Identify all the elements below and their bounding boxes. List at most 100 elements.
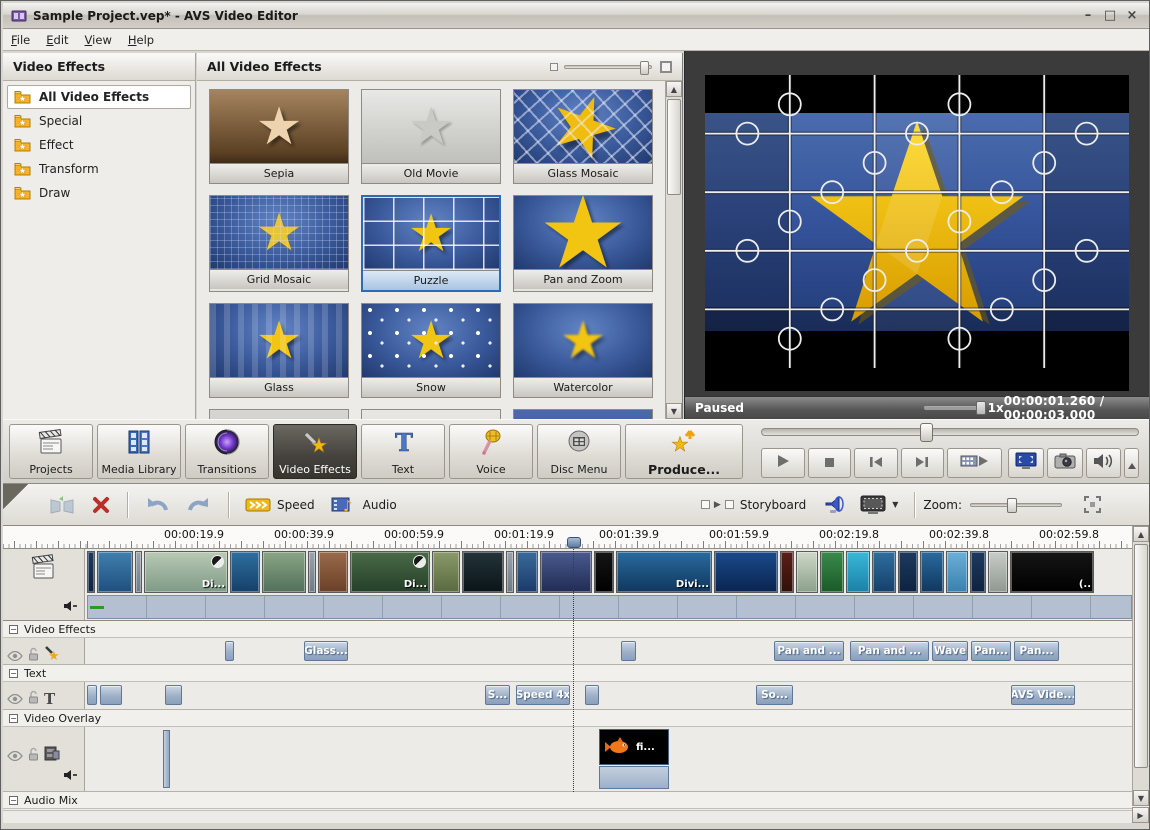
timeline-zoom-slider[interactable] bbox=[970, 503, 1062, 507]
collapse-icon[interactable]: − bbox=[9, 796, 18, 805]
mute-speaker-icon[interactable] bbox=[63, 766, 78, 785]
menu-help[interactable]: Help bbox=[128, 33, 154, 47]
video-clip[interactable] bbox=[970, 551, 986, 593]
effects-scrollbar-thumb[interactable] bbox=[667, 99, 681, 195]
scroll-down-icon[interactable]: ▼ bbox=[666, 403, 682, 419]
visibility-eye-icon[interactable] bbox=[7, 689, 23, 708]
storyboard-toggle[interactable]: ▶ Storyboard bbox=[693, 494, 814, 516]
nav-button-voice[interactable]: Voice bbox=[449, 424, 533, 479]
text-track-lane[interactable]: S...Speed 4xSo...AVS Vide... bbox=[85, 682, 1132, 709]
lock-icon[interactable] bbox=[28, 689, 39, 708]
video-clip[interactable] bbox=[898, 551, 918, 593]
thumbnail-zoom-slider[interactable] bbox=[564, 65, 652, 69]
effect-thumb-extra3[interactable] bbox=[513, 409, 653, 419]
video-clip[interactable] bbox=[820, 551, 844, 593]
collapse-icon[interactable]: − bbox=[9, 669, 18, 678]
lock-icon[interactable] bbox=[28, 646, 39, 665]
visibility-eye-icon[interactable] bbox=[7, 646, 23, 665]
text-clip[interactable] bbox=[87, 685, 97, 705]
effect-thumb-oldmovie[interactable]: ★Old Movie bbox=[361, 89, 501, 184]
fit-timeline-button[interactable] bbox=[1076, 492, 1109, 517]
effects-scrollbar[interactable]: ▲ ▼ bbox=[665, 81, 682, 419]
thumbnail-zoom-thumb[interactable] bbox=[640, 61, 649, 75]
delete-button[interactable] bbox=[83, 491, 119, 519]
effect-thumb-extra2[interactable] bbox=[361, 409, 501, 419]
maximize-button[interactable]: □ bbox=[1101, 8, 1119, 24]
playhead-marker[interactable] bbox=[567, 537, 581, 548]
undo-button[interactable] bbox=[136, 491, 178, 518]
sidebar-item-draw[interactable]: ★Draw bbox=[7, 181, 191, 205]
timeline-vertical-scrollbar[interactable]: ▲ ▼ bbox=[1132, 526, 1149, 806]
speed-button[interactable]: Speed bbox=[237, 493, 323, 517]
seek-slider[interactable] bbox=[761, 428, 1139, 436]
mute-speaker-icon[interactable] bbox=[63, 597, 78, 616]
effect-clip[interactable]: Glass... bbox=[304, 641, 348, 661]
video-clip[interactable] bbox=[516, 551, 538, 593]
video-track-lane[interactable]: Di...Di...Divi...(.. bbox=[85, 549, 1132, 620]
sidebar-item-effect[interactable]: ★Effect bbox=[7, 133, 191, 157]
nav-button-transitions[interactable]: Transitions bbox=[185, 424, 269, 479]
preview-clip-button[interactable] bbox=[947, 448, 1002, 478]
effect-thumb-gridmosaic[interactable]: ★Grid Mosaic bbox=[209, 195, 349, 292]
text-clip[interactable] bbox=[100, 685, 122, 705]
text-clip[interactable]: AVS Vide... bbox=[1011, 685, 1075, 705]
video-clip[interactable]: Divi... bbox=[616, 551, 712, 593]
menu-edit[interactable]: Edit bbox=[46, 33, 68, 47]
effect-clip[interactable]: Pan... bbox=[1014, 641, 1059, 661]
text-clip[interactable]: S... bbox=[485, 685, 510, 705]
scroll-down-icon[interactable]: ▼ bbox=[1133, 790, 1149, 806]
video-clip[interactable] bbox=[432, 551, 460, 593]
effect-thumb-snow[interactable]: ★Snow bbox=[361, 303, 501, 398]
text-clip[interactable] bbox=[585, 685, 599, 705]
video-clip[interactable] bbox=[135, 551, 142, 593]
video-clip[interactable] bbox=[714, 551, 778, 593]
fullscreen-button[interactable] bbox=[1008, 448, 1044, 478]
nav-button-video-effects[interactable]: ★Video Effects bbox=[273, 424, 357, 479]
video-clip[interactable] bbox=[872, 551, 896, 593]
video-audio-strip[interactable] bbox=[87, 595, 1132, 619]
video-clip[interactable] bbox=[946, 551, 968, 593]
lock-icon[interactable] bbox=[28, 746, 39, 765]
text-clip[interactable]: Speed 4x bbox=[516, 685, 570, 705]
effect-thumb-panzoom[interactable]: ★Pan and Zoom bbox=[513, 195, 653, 292]
video-clip[interactable] bbox=[594, 551, 614, 593]
video-clip[interactable]: Di... bbox=[350, 551, 430, 593]
video-clip[interactable] bbox=[506, 551, 514, 593]
effect-clip[interactable]: Pan... bbox=[971, 641, 1011, 661]
timeline-scrollbar-thumb[interactable] bbox=[1134, 544, 1148, 768]
announce-button[interactable] bbox=[814, 491, 852, 519]
video-clip[interactable] bbox=[87, 551, 95, 593]
video-clip[interactable] bbox=[920, 551, 944, 593]
volume-expand-button[interactable] bbox=[1124, 448, 1139, 478]
previous-frame-button[interactable] bbox=[854, 448, 898, 478]
effect-thumb-extra1[interactable] bbox=[209, 409, 349, 419]
transition-icon[interactable] bbox=[413, 555, 426, 568]
effect-clip[interactable] bbox=[621, 641, 636, 661]
minimize-button[interactable]: – bbox=[1079, 8, 1097, 24]
video-clip[interactable] bbox=[846, 551, 870, 593]
overlay-track-lane[interactable]: fi... bbox=[85, 727, 1132, 791]
video-clip[interactable]: Di... bbox=[144, 551, 228, 593]
zoom-in-square-icon[interactable] bbox=[660, 61, 672, 73]
video-clip[interactable] bbox=[308, 551, 316, 593]
volume-button[interactable] bbox=[1086, 448, 1122, 478]
effect-thumb-glassmosaic[interactable]: ★Glass Mosaic bbox=[513, 89, 653, 184]
play-button[interactable] bbox=[761, 448, 805, 478]
video-clip[interactable] bbox=[318, 551, 348, 593]
playback-speed-slider[interactable] bbox=[924, 406, 978, 410]
nav-button-text[interactable]: TText bbox=[361, 424, 445, 479]
video-clip[interactable] bbox=[780, 551, 794, 593]
video-clip[interactable] bbox=[988, 551, 1008, 593]
split-button[interactable] bbox=[41, 491, 83, 519]
effects-track-lane[interactable]: Glass...Pan and ...Pan and ...WavePan...… bbox=[85, 638, 1132, 664]
overlay-clip[interactable]: fi... bbox=[599, 729, 669, 789]
scroll-up-icon[interactable]: ▲ bbox=[666, 81, 682, 97]
effect-clip[interactable]: Wave bbox=[932, 641, 968, 661]
video-clip[interactable] bbox=[796, 551, 818, 593]
display-mode-button[interactable]: ▼ bbox=[852, 491, 906, 519]
seek-thumb[interactable] bbox=[920, 423, 933, 442]
effect-thumb-watercolor[interactable]: ★Watercolor bbox=[513, 303, 653, 398]
sidebar-item-all-video-effects[interactable]: ★All Video Effects bbox=[7, 85, 191, 109]
effect-clip[interactable] bbox=[225, 641, 234, 661]
audio-button[interactable]: ♪ Audio bbox=[323, 492, 405, 517]
